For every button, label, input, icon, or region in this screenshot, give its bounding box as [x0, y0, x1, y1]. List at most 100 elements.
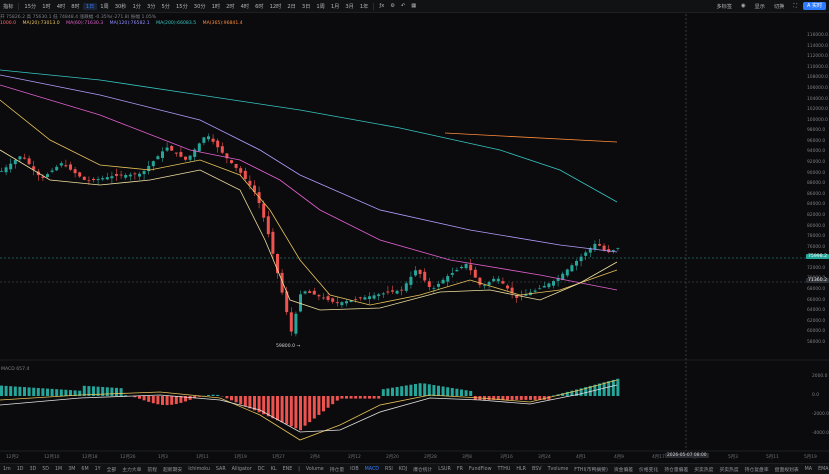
candle-body	[0, 171, 3, 172]
candle-body	[400, 290, 403, 291]
macd-bar	[488, 396, 491, 400]
indicator-item[interactable]: IOB	[347, 467, 361, 472]
candle-body	[110, 176, 113, 178]
candle-body	[51, 170, 54, 171]
price-axis-label: 72000.0	[807, 266, 825, 271]
indicator-item[interactable]: 1D	[14, 467, 27, 472]
indicator-item[interactable]: Alligator	[229, 467, 255, 472]
indicator-item[interactable]: RSI	[382, 467, 396, 472]
candle-body	[552, 281, 555, 286]
macd-bar	[607, 381, 610, 396]
candle-body	[363, 297, 366, 299]
macd-bar	[64, 390, 67, 396]
price-axis-label: 58000.0	[807, 340, 825, 345]
candle-body	[92, 179, 95, 180]
indicator-item[interactable]: 6M	[78, 467, 91, 472]
indicator-item[interactable]: TTHU	[495, 467, 514, 472]
indicator-item[interactable]: 价格变化	[636, 466, 661, 473]
indicator-item[interactable]: 前程	[144, 466, 160, 473]
ma200-line	[0, 70, 617, 202]
candle-body	[331, 298, 334, 301]
indicator-item[interactable]: 主力大单	[119, 466, 144, 473]
indicator-item[interactable]: LSUR	[435, 467, 454, 472]
candle-body	[83, 177, 86, 180]
ma365-line	[445, 133, 617, 142]
price-axis-label: 90000.0	[807, 171, 825, 176]
indicator-item[interactable]: 5D	[39, 467, 52, 472]
price-chart[interactable]	[0, 0, 829, 473]
candle-body	[547, 284, 550, 288]
candle-body	[97, 179, 100, 180]
indicator-item[interactable]: FR	[454, 467, 466, 472]
indicator-item[interactable]: Ichimoku	[185, 467, 213, 472]
price-axis-label: 110000.0	[807, 65, 828, 70]
macd-bar	[235, 396, 238, 402]
candle-body	[327, 296, 330, 300]
candle-body	[124, 175, 127, 178]
indicator-item[interactable]: DC	[255, 467, 268, 472]
macd-bar	[60, 389, 63, 396]
macd-bar	[506, 396, 509, 400]
indicator-item[interactable]: FTHI(市鸭摘要)	[571, 466, 611, 473]
price-axis-label: 82000.0	[807, 213, 825, 218]
indicator-item[interactable]: |	[295, 467, 303, 472]
time-axis-label: 1月27	[272, 454, 285, 460]
candle-body	[230, 160, 233, 163]
indicator-item[interactable]: 爆仓统计	[410, 466, 435, 473]
indicator-item[interactable]: 持仓量偏差	[661, 466, 691, 473]
macd-bar	[143, 396, 146, 400]
macd-bar	[442, 387, 445, 396]
macd-bar	[28, 387, 31, 396]
indicator-item[interactable]: Tvolume	[545, 467, 572, 472]
candle-body	[294, 314, 297, 334]
macd-bar	[32, 388, 35, 396]
indicator-item[interactable]: 3M	[65, 467, 78, 472]
candle-body	[74, 169, 77, 173]
indicator-item[interactable]: 资金偏差	[611, 466, 636, 473]
macd-bar	[612, 380, 615, 396]
indicator-item[interactable]: 1Y	[92, 467, 104, 472]
macd-bar	[156, 396, 159, 404]
indicator-item[interactable]: 持仓复盘率	[742, 466, 772, 473]
macd-bar	[432, 385, 435, 396]
price-axis-label: 68000.0	[807, 287, 825, 292]
candle-body	[133, 173, 136, 174]
indicator-item[interactable]: FundFlow	[466, 467, 495, 472]
macd-bar	[515, 396, 518, 400]
indicator-item[interactable]: 1M	[52, 467, 65, 472]
indicator-item[interactable]: KDJ	[396, 467, 410, 472]
time-axis-label: 5月19	[804, 454, 817, 460]
time-axis-label: 3月8	[462, 454, 472, 460]
macd-bar	[166, 396, 169, 405]
indicator-item[interactable]: 超新期安	[160, 466, 185, 473]
time-axis-label: 1月11	[196, 454, 209, 460]
candle-body	[575, 261, 578, 266]
time-axis-label: 4月9	[614, 454, 624, 460]
macd-bar	[529, 396, 532, 400]
indicator-item[interactable]: 盘面规划表	[772, 466, 802, 473]
indicator-item[interactable]: 全部	[104, 466, 120, 473]
indicator-item[interactable]: 1m	[0, 467, 14, 472]
indicator-item[interactable]: BSV	[529, 467, 545, 472]
macd-bar	[55, 389, 58, 396]
candle-body	[138, 174, 141, 177]
candle-body	[386, 292, 389, 293]
indicator-item[interactable]: 买卖热度	[716, 466, 741, 473]
candle-body	[598, 244, 601, 246]
indicator-item[interactable]: MA	[802, 467, 815, 472]
macd-bar	[230, 396, 233, 400]
macd-legend: MACD 657.4	[1, 367, 29, 372]
macd-bar	[313, 396, 316, 419]
macd-bar	[152, 396, 155, 403]
indicator-item[interactable]: EMA	[815, 467, 829, 472]
macd-bar	[207, 395, 210, 396]
indicator-item[interactable]: ENE	[280, 467, 296, 472]
indicator-item[interactable]: HLR	[513, 467, 529, 472]
indicator-item[interactable]: SAR	[213, 467, 229, 472]
indicator-item[interactable]: 买卖热度	[691, 466, 716, 473]
indicator-item[interactable]: KL	[268, 467, 280, 472]
indicator-item[interactable]: 3D	[26, 467, 39, 472]
indicator-item[interactable]: MACD	[362, 467, 382, 472]
indicator-item[interactable]: 持仓量	[327, 466, 347, 473]
indicator-item[interactable]: Volume	[303, 467, 327, 472]
